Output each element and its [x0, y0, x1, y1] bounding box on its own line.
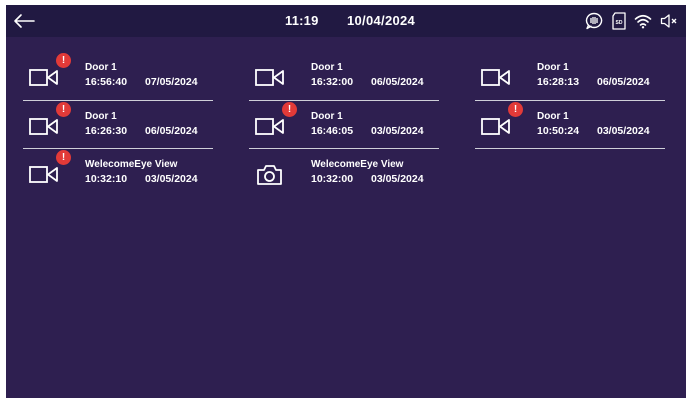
record-time: 16:26:30: [85, 125, 128, 137]
wifi-icon: [634, 13, 652, 29]
record-name: Door 1: [311, 62, 343, 73]
record-item[interactable]: ! Door 1 16:26:30 06/05/2024: [29, 102, 229, 157]
record-date: 06/05/2024: [371, 76, 424, 88]
current-date: 10/04/2024: [347, 13, 416, 28]
screen: 11:19 10/04/2024 SD ! Door 1 16:56:40 07…: [6, 5, 686, 398]
record-item[interactable]: Door 1 16:28:13 06/05/2024: [481, 58, 681, 108]
video-camera-icon: [255, 66, 287, 94]
record-name: WelecomeEye View: [311, 159, 404, 170]
record-time: 16:28:13: [537, 76, 580, 88]
status-icons: SD: [584, 11, 678, 31]
record-time: 16:56:40: [85, 76, 128, 88]
record-item[interactable]: ! Door 1 10:50:24 03/05/2024: [481, 102, 681, 157]
clock: 11:19: [285, 13, 319, 28]
record-time: 16:32:00: [311, 76, 354, 88]
record-item[interactable]: ! Door 1 16:56:40 07/05/2024: [29, 53, 229, 108]
record-item[interactable]: ! WelecomeEye View 10:32:10 03/05/2024: [29, 150, 229, 205]
record-name: Door 1: [85, 111, 117, 122]
video-camera-icon: [29, 115, 61, 143]
record-date: 07/05/2024: [145, 76, 198, 88]
alert-badge: !: [508, 102, 523, 117]
video-camera-icon: [481, 115, 513, 143]
record-time: 10:50:24: [537, 125, 580, 137]
alert-badge: !: [56, 150, 71, 165]
record-time: 10:32:10: [85, 173, 128, 185]
record-date: 06/05/2024: [145, 125, 198, 137]
alert-badge: !: [282, 102, 297, 117]
arrow-left-icon[interactable]: [12, 10, 36, 32]
speaker-muted-icon: [660, 13, 678, 29]
record-date: 03/05/2024: [371, 125, 424, 137]
alert-badge: !: [56, 53, 71, 68]
video-camera-icon: [255, 115, 287, 143]
svg-text:SD: SD: [616, 20, 623, 26]
record-item[interactable]: Door 1 16:32:00 06/05/2024: [255, 58, 455, 108]
record-time: 10:32:00: [311, 173, 354, 185]
sd-card-icon: SD: [612, 12, 626, 30]
video-camera-icon: [29, 163, 61, 191]
alert-badge: !: [56, 102, 71, 117]
video-camera-icon: [481, 66, 513, 94]
record-name: Door 1: [311, 111, 343, 122]
record-name: Door 1: [537, 62, 569, 73]
record-item[interactable]: WelecomeEye View 10:32:00 03/05/2024: [255, 155, 455, 205]
record-date: 06/05/2024: [597, 76, 650, 88]
video-camera-icon: [29, 66, 61, 94]
top-bar: 11:19 10/04/2024 SD: [6, 5, 686, 37]
photo-camera-icon: [255, 163, 287, 191]
record-name: Door 1: [85, 62, 117, 73]
record-date: 03/05/2024: [597, 125, 650, 137]
record-name: Door 1: [537, 111, 569, 122]
record-time: 16:46:05: [311, 125, 354, 137]
record-name: WelecomeEye View: [85, 159, 178, 170]
record-date: 03/05/2024: [145, 173, 198, 185]
record-date: 03/05/2024: [371, 173, 424, 185]
voice-message-icon: [584, 12, 604, 30]
record-item[interactable]: ! Door 1 16:46:05 03/05/2024: [255, 102, 455, 157]
